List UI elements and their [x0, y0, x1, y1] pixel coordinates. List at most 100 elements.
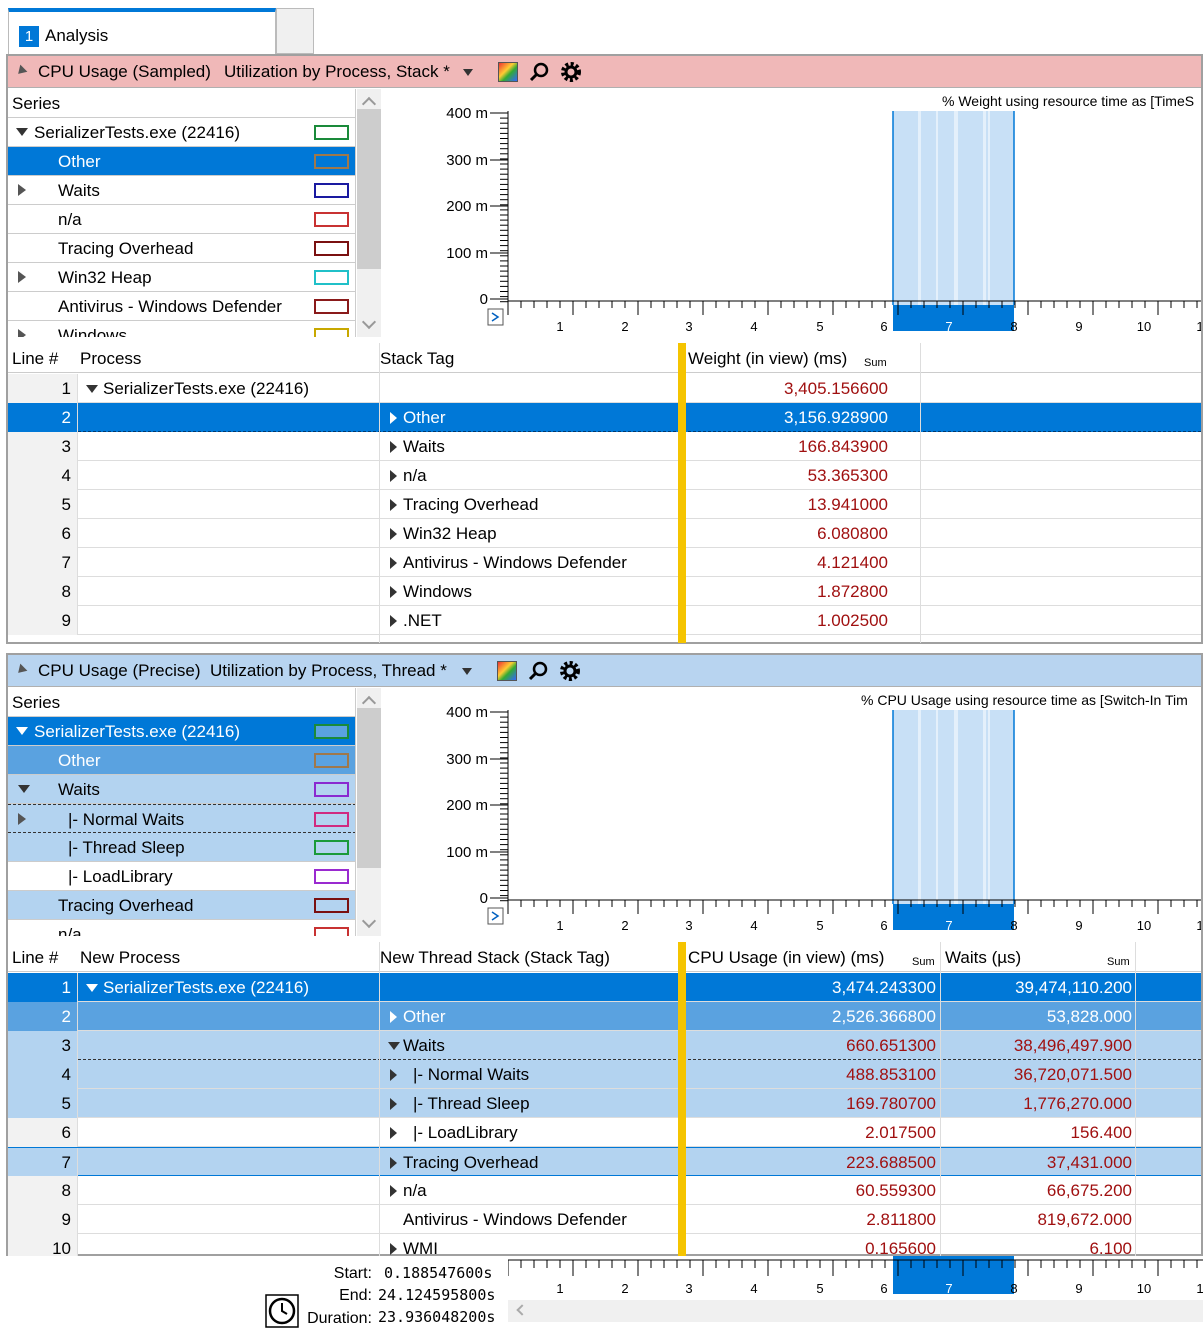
graph-type-icon[interactable] — [498, 62, 518, 82]
column-header-new-process[interactable]: New Process — [80, 948, 180, 968]
new-tab-button[interactable] — [276, 8, 314, 54]
expand-icon[interactable] — [86, 984, 98, 992]
series-item[interactable]: n/a — [8, 205, 355, 234]
table-row[interactable]: 3 Waits 660.651300 38,496,497.900 — [8, 1031, 1201, 1060]
table-row[interactable]: 1 SerializerTests.exe (22416) 3,474.2433… — [8, 973, 1201, 1002]
panel2-preset[interactable]: Utilization by Process, Thread * — [210, 661, 447, 681]
column-header-line[interactable]: Line # — [12, 948, 58, 968]
scroll-down-icon[interactable] — [361, 314, 377, 330]
collapse-icon[interactable] — [14, 663, 28, 677]
series-item[interactable]: Other — [8, 746, 355, 775]
duration-value[interactable]: 23.936048200s — [378, 1308, 495, 1326]
table-row[interactable]: 3 Waits 166.843900 — [8, 432, 1201, 461]
table-row[interactable]: 6 |- LoadLibrary 2.017500 156.400 — [8, 1118, 1201, 1147]
timeline-ruler[interactable]: 1 2 3 4 5 6 7 8 9 10 1 — [508, 1256, 1203, 1300]
panel1-preset[interactable]: Utilization by Process, Stack * — [224, 62, 450, 82]
column-header-process[interactable]: Process — [80, 349, 141, 369]
table-row[interactable]: 5 Tracing Overhead 13.941000 — [8, 490, 1201, 519]
preset-dropdown-icon[interactable] — [463, 69, 473, 76]
table-row[interactable]: 9 .NET 1.002500 — [8, 606, 1201, 635]
gear-icon[interactable] — [558, 659, 582, 683]
table-row[interactable]: 4 |- Normal Waits 488.853100 36,720,071.… — [8, 1060, 1201, 1089]
column-header-stack-tag[interactable]: Stack Tag — [380, 349, 454, 369]
expand-icon[interactable] — [390, 1185, 397, 1197]
expand-icon[interactable] — [390, 557, 397, 569]
expand-icon[interactable] — [16, 727, 28, 735]
timeline-scrollbar[interactable] — [508, 1300, 1203, 1322]
tab-analysis[interactable]: 1 Analysis — [8, 8, 276, 54]
expand-icon[interactable] — [390, 499, 397, 511]
expand-icon[interactable] — [18, 271, 26, 283]
table-row[interactable]: 6 Win32 Heap 6.080800 — [8, 519, 1201, 548]
scroll-down-icon[interactable] — [361, 913, 377, 929]
series-scrollbar[interactable] — [357, 688, 381, 936]
column-header-thread-stack[interactable]: New Thread Stack (Stack Tag) — [380, 948, 610, 968]
series-item[interactable]: Tracing Overhead — [8, 234, 355, 263]
table-row[interactable]: 9 Antivirus - Windows Defender 2.811800 … — [8, 1205, 1201, 1234]
expand-icon[interactable] — [390, 1098, 397, 1110]
graph-area[interactable]: % Weight using resource time as [TimeS 4… — [388, 89, 1201, 337]
search-icon[interactable] — [527, 660, 549, 682]
expand-icon[interactable] — [390, 586, 397, 598]
series-item[interactable]: SerializerTests.exe (22416) — [8, 717, 355, 746]
column-divider-handle[interactable] — [678, 942, 686, 1256]
scrollbar-thumb[interactable] — [357, 708, 381, 868]
series-item[interactable]: SerializerTests.exe (22416) — [8, 118, 355, 147]
expand-icon[interactable] — [18, 785, 30, 793]
clock-icon[interactable] — [265, 1294, 299, 1328]
expand-icon[interactable] — [390, 615, 397, 627]
table-row[interactable]: 7 Tracing Overhead 223.688500 37,431.000 — [8, 1147, 1201, 1177]
graph-plot[interactable]: 400 m 300 m 200 m 100 m 0 1 2 3 4 5 6 7 … — [388, 89, 1201, 337]
expand-icon[interactable] — [390, 470, 397, 482]
scroll-left-icon[interactable] — [516, 1304, 528, 1316]
expand-icon[interactable] — [18, 329, 26, 337]
series-item[interactable]: Win32 Heap — [8, 263, 355, 292]
table-row[interactable]: 2 Other 3,156.928900 — [8, 403, 1201, 432]
table-row[interactable]: 1 SerializerTests.exe (22416) 3,405.1566… — [8, 374, 1201, 403]
expand-icon[interactable] — [390, 1157, 397, 1169]
series-item[interactable]: Waits — [8, 775, 355, 804]
expand-icon[interactable] — [390, 1069, 397, 1081]
collapse-icon[interactable] — [14, 64, 28, 78]
table-row[interactable]: 8 n/a 60.559300 66,675.200 — [8, 1176, 1201, 1205]
table-row[interactable]: 8 Windows 1.872800 — [8, 577, 1201, 606]
column-header-weight[interactable]: Weight (in view) (ms) — [688, 349, 847, 369]
column-header-waits[interactable]: Waits (µs) — [945, 948, 1021, 968]
expand-icon[interactable] — [390, 412, 397, 424]
expand-icon[interactable] — [390, 528, 397, 540]
expand-icon[interactable] — [388, 1042, 400, 1050]
series-item[interactable]: |- Thread Sleep — [8, 833, 355, 862]
series-item[interactable]: Other — [8, 147, 355, 176]
expand-icon[interactable] — [18, 813, 26, 825]
scrollbar-thumb[interactable] — [357, 109, 381, 269]
series-item[interactable]: Windows — [8, 321, 355, 337]
expand-icon[interactable] — [390, 1011, 397, 1023]
preset-dropdown-icon[interactable] — [462, 668, 472, 675]
table-row[interactable]: 10 WMI 0.165600 6.100 — [8, 1234, 1201, 1256]
graph-plot[interactable]: 400 m 300 m 200 m 100 m 0 1 2 3 4 5 6 7 … — [388, 688, 1201, 936]
series-item[interactable]: |- LoadLibrary — [8, 862, 355, 891]
column-divider-handle[interactable] — [678, 343, 686, 643]
graph-area[interactable]: % CPU Usage using resource time as [Swit… — [388, 688, 1201, 936]
series-scrollbar[interactable] — [357, 89, 381, 337]
series-item[interactable]: Waits — [8, 176, 355, 205]
column-header-line[interactable]: Line # — [12, 349, 58, 369]
table-row[interactable]: 4 n/a 53.365300 — [8, 461, 1201, 490]
expand-icon[interactable] — [390, 441, 397, 453]
expand-icon[interactable] — [18, 184, 26, 196]
expand-icon[interactable] — [390, 1127, 397, 1139]
column-header-cpu-usage[interactable]: CPU Usage (in view) (ms) — [688, 948, 884, 968]
end-value[interactable]: 24.124595800s — [378, 1286, 495, 1304]
graph-type-icon[interactable] — [497, 661, 517, 681]
series-item[interactable]: Tracing Overhead — [8, 891, 355, 920]
table-row[interactable]: 5 |- Thread Sleep 169.780700 1,776,270.0… — [8, 1089, 1201, 1118]
series-item[interactable]: n/a — [8, 920, 355, 936]
table-row[interactable]: 7 Antivirus - Windows Defender 4.121400 — [8, 548, 1201, 577]
search-icon[interactable] — [528, 61, 550, 83]
expand-icon[interactable] — [86, 385, 98, 393]
gear-icon[interactable] — [559, 60, 583, 84]
start-value[interactable]: 0.188547600s — [384, 1264, 492, 1282]
series-item[interactable]: |- Normal Waits — [8, 804, 355, 833]
table-row[interactable]: 2 Other 2,526.366800 53,828.000 — [8, 1002, 1201, 1031]
expand-icon[interactable] — [16, 128, 28, 136]
